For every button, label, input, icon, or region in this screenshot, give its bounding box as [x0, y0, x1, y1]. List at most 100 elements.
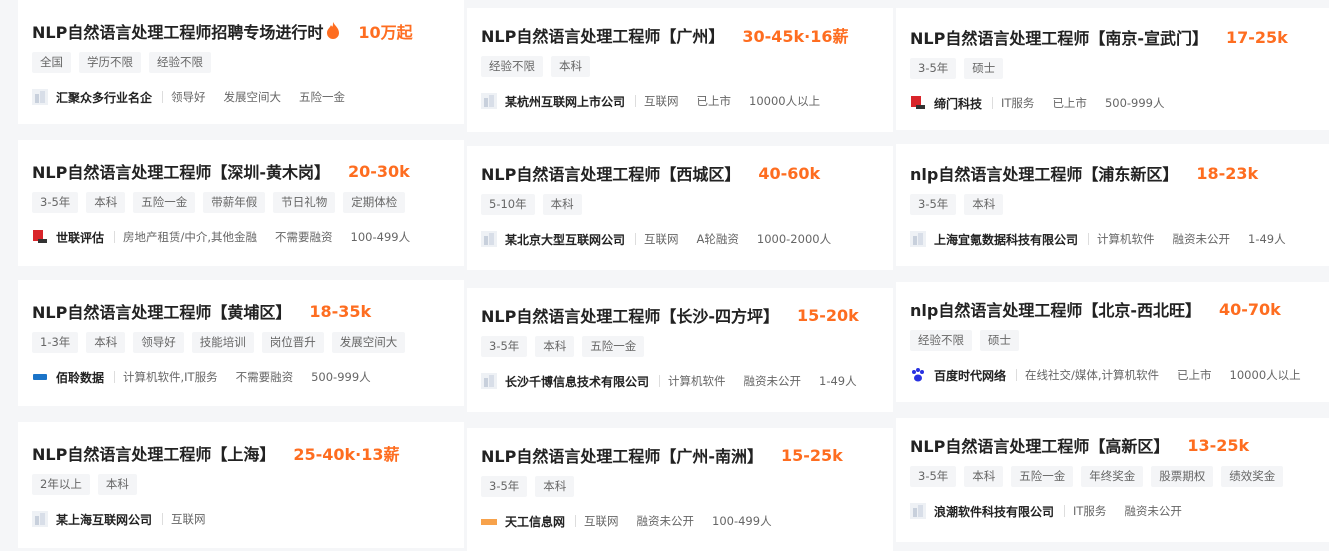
job-card[interactable]: nlp自然语言处理工程师【浦东新区】 18-23k 3-5年 本科 上海宜氪数据科… — [896, 144, 1329, 266]
company-info[interactable]: 佰聆数据 计算机软件,IT服务 不需要融资 500-999人 — [32, 368, 450, 386]
job-card[interactable]: NLP自然语言处理工程师招聘专场进行时 10万起 全国 学历不限 经验不限 汇聚众多… — [18, 0, 464, 124]
company-name[interactable]: 汇聚众多行业名企 — [56, 89, 152, 106]
company-name[interactable]: 某杭州互联网上市公司 — [505, 93, 625, 110]
company-info[interactable]: 浪潮软件科技有限公司 IT服务 融资未公开 — [910, 502, 1315, 520]
company-info[interactable]: 长沙千博信息技术有限公司 计算机软件 融资未公开 1-49人 — [481, 372, 879, 390]
generic-logo-icon — [481, 231, 497, 247]
company-name[interactable]: 世联评估 — [56, 229, 104, 246]
job-card[interactable]: NLP自然语言处理工程师【长沙-四方坪】 15-20k 3-5年 本科 五险一金 长… — [467, 288, 893, 412]
job-tag: 本科 — [964, 194, 1004, 215]
job-tag: 5-10年 — [481, 194, 535, 215]
company-meta: 10000人以上 — [749, 94, 821, 108]
job-tag: 经验不限 — [149, 52, 211, 73]
salary: 18-23k — [1196, 163, 1259, 183]
job-title[interactable]: NLP自然语言处理工程师【西城区】 — [481, 161, 740, 185]
job-card[interactable]: NLP自然语言处理工程师【广州】 30-45k·16薪 经验不限 本科 某杭州互联… — [467, 8, 893, 132]
tag-list: 3-5年 本科 五险一金 — [481, 336, 879, 358]
job-title[interactable]: nlp自然语言处理工程师【北京-西北旺】 — [910, 297, 1201, 321]
tag-list: 5-10年 本科 — [481, 194, 879, 216]
company-info[interactable]: 某上海互联网公司 互联网 — [32, 510, 450, 528]
company-meta: 互联网 — [635, 233, 679, 245]
job-tag: 经验不限 — [481, 56, 543, 77]
company-info[interactable]: 缔门科技 IT服务 已上市 500-999人 — [910, 94, 1315, 112]
job-title[interactable]: NLP自然语言处理工程师招聘专场进行时 — [32, 19, 323, 43]
job-card[interactable]: NLP自然语言处理工程师【上海】 25-40k·13薪 2年以上 本科 某上海互联… — [18, 422, 464, 548]
company-info[interactable]: 某杭州互联网上市公司 互联网 已上市 10000人以上 — [481, 92, 879, 110]
company-name[interactable]: 长沙千博信息技术有限公司 — [505, 373, 649, 390]
company-info[interactable]: 百度时代网络 在线社交/媒体,计算机软件 已上市 10000人以上 — [910, 366, 1315, 384]
tag-list: 2年以上 本科 — [32, 474, 450, 496]
job-tag: 五险一金 — [133, 192, 196, 213]
job-tag: 硕士 — [964, 58, 1004, 79]
company-meta: 不需要融资 — [235, 370, 294, 384]
job-card[interactable]: NLP自然语言处理工程师【西城区】 40-60k 5-10年 本科 某北京大型互联… — [467, 146, 893, 270]
job-list-grid: NLP自然语言处理工程师招聘专场进行时 10万起 全国 学历不限 经验不限 汇聚众多… — [0, 0, 1329, 551]
company-meta: 发展空间大 — [223, 90, 282, 104]
job-card[interactable]: nlp自然语言处理工程师【北京-西北旺】 40-70k 经验不限 硕士 百度时代网… — [896, 282, 1329, 402]
company-meta: 计算机软件,IT服务 — [114, 371, 218, 383]
company-name[interactable]: 某北京大型互联网公司 — [505, 231, 625, 248]
job-card[interactable]: NLP自然语言处理工程师【黄埔区】 18-35k 1-3年 本科 领导好 技能培训 岗位… — [18, 280, 464, 406]
job-title[interactable]: nlp自然语言处理工程师【浦东新区】 — [910, 161, 1178, 185]
company-name[interactable]: 缔门科技 — [934, 95, 982, 112]
company-meta: 互联网 — [635, 95, 679, 107]
company-name[interactable]: 某上海互联网公司 — [56, 511, 152, 528]
company-meta: 五险一金 — [299, 90, 346, 104]
job-tag: 岗位晋升 — [261, 332, 324, 353]
job-title[interactable]: NLP自然语言处理工程师【南京-宣武门】 — [910, 25, 1208, 49]
job-card[interactable]: NLP自然语言处理工程师【南京-宣武门】 17-25k 3-5年 硕士 缔门科技 I… — [896, 8, 1329, 130]
job-tag: 本科 — [542, 194, 582, 215]
company-name[interactable]: 佰聆数据 — [56, 369, 104, 386]
fire-icon — [327, 22, 340, 39]
job-tag: 3-5年 — [32, 192, 79, 213]
job-tag: 本科 — [964, 466, 1004, 487]
salary: 25-40k·13薪 — [293, 445, 400, 464]
job-card[interactable]: NLP自然语言处理工程师【广州-南洲】 15-25k 3-5年 本科 天工信息网互… — [467, 428, 893, 551]
blue-logo-icon — [32, 369, 48, 385]
company-meta: 1000-2000人 — [756, 232, 832, 246]
job-title[interactable]: NLP自然语言处理工程师【广州】 — [481, 23, 724, 47]
company-meta: 500-999人 — [1104, 96, 1165, 110]
company-meta: IT服务 — [1064, 505, 1106, 517]
job-tag: 绩效奖金 — [1221, 466, 1284, 487]
job-tag: 五险一金 — [582, 336, 645, 357]
job-tag: 发展空间大 — [331, 332, 406, 353]
tag-list: 3-5年 本科 五险一金 年终奖金 股票期权 绩效奖金 — [910, 466, 1315, 488]
job-title[interactable]: NLP自然语言处理工程师【深圳-黄木岗】 — [32, 159, 330, 183]
company-meta: 房地产租赁/中介,其他金融 — [114, 231, 257, 243]
red-logo-icon — [32, 229, 48, 245]
job-tag: 股票期权 — [1151, 466, 1214, 487]
paw-logo-icon — [910, 367, 926, 383]
company-meta: 100-499人 — [350, 230, 411, 244]
job-tag: 带薪年假 — [203, 192, 266, 213]
company-meta: 融资未公开 — [1172, 232, 1231, 246]
job-card[interactable]: NLP自然语言处理工程师【深圳-黄木岗】 20-30k 3-5年 本科 五险一金 带薪… — [18, 140, 464, 266]
job-title[interactable]: NLP自然语言处理工程师【广州-南洲】 — [481, 443, 763, 467]
job-title[interactable]: NLP自然语言处理工程师【高新区】 — [910, 433, 1169, 457]
company-info[interactable]: 世联评估 房地产租赁/中介,其他金融 不需要融资 100-499人 — [32, 228, 450, 246]
tag-list: 1-3年 本科 领导好 技能培训 岗位晋升 发展空间大 — [32, 332, 450, 354]
job-tag: 3-5年 — [910, 58, 957, 79]
company-name[interactable]: 上海宜氪数据科技有限公司 — [934, 231, 1078, 248]
job-card[interactable]: NLP自然语言处理工程师【高新区】 13-25k 3-5年 本科 五险一金 年终奖金股… — [896, 418, 1329, 542]
salary: 17-25k — [1225, 27, 1288, 47]
company-name[interactable]: 浪潮软件科技有限公司 — [934, 503, 1054, 520]
company-name[interactable]: 百度时代网络 — [934, 367, 1006, 384]
job-title[interactable]: NLP自然语言处理工程师【长沙-四方坪】 — [481, 303, 779, 327]
job-tag: 3-5年 — [910, 466, 957, 487]
job-title[interactable]: NLP自然语言处理工程师【黄埔区】 — [32, 299, 291, 323]
company-name[interactable]: 天工信息网 — [505, 513, 565, 530]
company-meta: 1-49人 — [1248, 232, 1286, 246]
job-tag: 2年以上 — [32, 474, 90, 495]
salary: 40-60k — [758, 163, 821, 183]
company-info[interactable]: 汇聚众多行业名企 领导好 发展空间大 五险一金 — [32, 88, 450, 106]
company-info[interactable]: 上海宜氪数据科技有限公司 计算机软件 融资未公开 1-49人 — [910, 230, 1315, 248]
job-tag: 3-5年 — [481, 476, 528, 497]
generic-logo-icon — [32, 89, 48, 105]
job-tag: 本科 — [535, 476, 575, 497]
job-tag: 全国 — [32, 52, 71, 73]
company-info[interactable]: 天工信息网 互联网 融资未公开 100-499人 — [481, 512, 879, 530]
job-title[interactable]: NLP自然语言处理工程师【上海】 — [32, 441, 275, 465]
salary: 40-70k — [1218, 299, 1281, 319]
company-info[interactable]: 某北京大型互联网公司 互联网 A轮融资 1000-2000人 — [481, 230, 879, 248]
